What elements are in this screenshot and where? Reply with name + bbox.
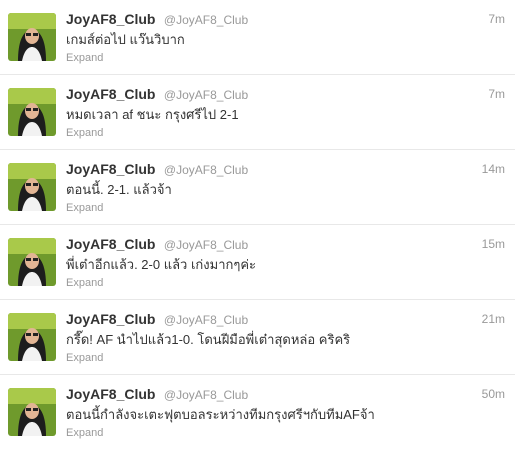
tweet-text: เกมส์ต่อไป แว๊นวิบาก: [66, 32, 185, 47]
tweet-text: ตอนนี้กำลังจะเตะฟุตบอลระหว่างทีมกรุงศรีฯ…: [66, 407, 375, 422]
tweet-header: JoyAF8_Club @JoyAF8_Club 21m: [66, 311, 505, 329]
tweet-item[interactable]: JoyAF8_Club @JoyAF8_Club 7m หมดเวลา af ช…: [0, 75, 515, 150]
tweet-item[interactable]: JoyAF8_Club @JoyAF8_Club 14m ตอนนี้. 2-1…: [0, 150, 515, 225]
expand-link[interactable]: Expand: [66, 352, 103, 364]
tweet-timestamp[interactable]: 21m: [482, 312, 505, 326]
tweet-feed: JoyAF8_Club @JoyAF8_Club 7m เกมส์ต่อไป แ…: [0, 0, 515, 450]
tweet-timestamp[interactable]: 7m: [488, 87, 505, 101]
tweet-timestamp[interactable]: 7m: [488, 12, 505, 26]
user-name[interactable]: JoyAF8_Club: [66, 311, 155, 327]
tweet-text: ตอนนี้. 2-1. แล้วจ้า: [66, 182, 172, 197]
expand-link[interactable]: Expand: [66, 202, 103, 214]
avatar[interactable]: [8, 238, 56, 286]
expand-link[interactable]: Expand: [66, 52, 103, 64]
tweet-text: พี่เต๋าอีกแล้ว. 2-0 แล้ว เก่งมากๆค่ะ: [66, 257, 257, 272]
user-name[interactable]: JoyAF8_Club: [66, 161, 155, 177]
tweet-item[interactable]: JoyAF8_Club @JoyAF8_Club 15m พี่เต๋าอีกแ…: [0, 225, 515, 300]
avatar[interactable]: [8, 88, 56, 136]
tweet-timestamp[interactable]: 14m: [482, 162, 505, 176]
tweet-header: JoyAF8_Club @JoyAF8_Club 15m: [66, 236, 505, 254]
tweet-header: JoyAF8_Club @JoyAF8_Club 50m: [66, 386, 505, 404]
tweet-item[interactable]: JoyAF8_Club @JoyAF8_Club 50m ตอนนี้กำลัง…: [0, 375, 515, 450]
tweet-text: หมดเวลา af ชนะ กรุงศรีไป 2-1: [66, 107, 239, 122]
avatar[interactable]: [8, 313, 56, 361]
avatar[interactable]: [8, 13, 56, 61]
tweet-header: JoyAF8_Club @JoyAF8_Club 14m: [66, 161, 505, 179]
tweet-item[interactable]: JoyAF8_Club @JoyAF8_Club 7m เกมส์ต่อไป แ…: [0, 0, 515, 75]
tweet-timestamp[interactable]: 50m: [482, 387, 505, 401]
user-name[interactable]: JoyAF8_Club: [66, 386, 155, 402]
user-handle[interactable]: @JoyAF8_Club: [164, 88, 248, 102]
tweet-text: กรี๊ด! AF นำไปแล้ว1-0. โดนฝีมือพี่เต๋าสุ…: [66, 332, 351, 347]
user-name[interactable]: JoyAF8_Club: [66, 86, 155, 102]
user-handle[interactable]: @JoyAF8_Club: [164, 238, 248, 252]
tweet-timestamp[interactable]: 15m: [482, 237, 505, 251]
user-handle[interactable]: @JoyAF8_Club: [164, 13, 248, 27]
user-name[interactable]: JoyAF8_Club: [66, 11, 155, 27]
user-name[interactable]: JoyAF8_Club: [66, 236, 155, 252]
expand-link[interactable]: Expand: [66, 277, 103, 289]
avatar[interactable]: [8, 163, 56, 211]
expand-link[interactable]: Expand: [66, 127, 103, 139]
user-handle[interactable]: @JoyAF8_Club: [164, 388, 248, 402]
tweet-header: JoyAF8_Club @JoyAF8_Club 7m: [66, 11, 505, 29]
avatar[interactable]: [8, 388, 56, 436]
user-handle[interactable]: @JoyAF8_Club: [164, 313, 248, 327]
tweet-item[interactable]: JoyAF8_Club @JoyAF8_Club 21m กรี๊ด! AF น…: [0, 300, 515, 375]
user-handle[interactable]: @JoyAF8_Club: [164, 163, 248, 177]
expand-link[interactable]: Expand: [66, 427, 103, 439]
tweet-header: JoyAF8_Club @JoyAF8_Club 7m: [66, 86, 505, 104]
